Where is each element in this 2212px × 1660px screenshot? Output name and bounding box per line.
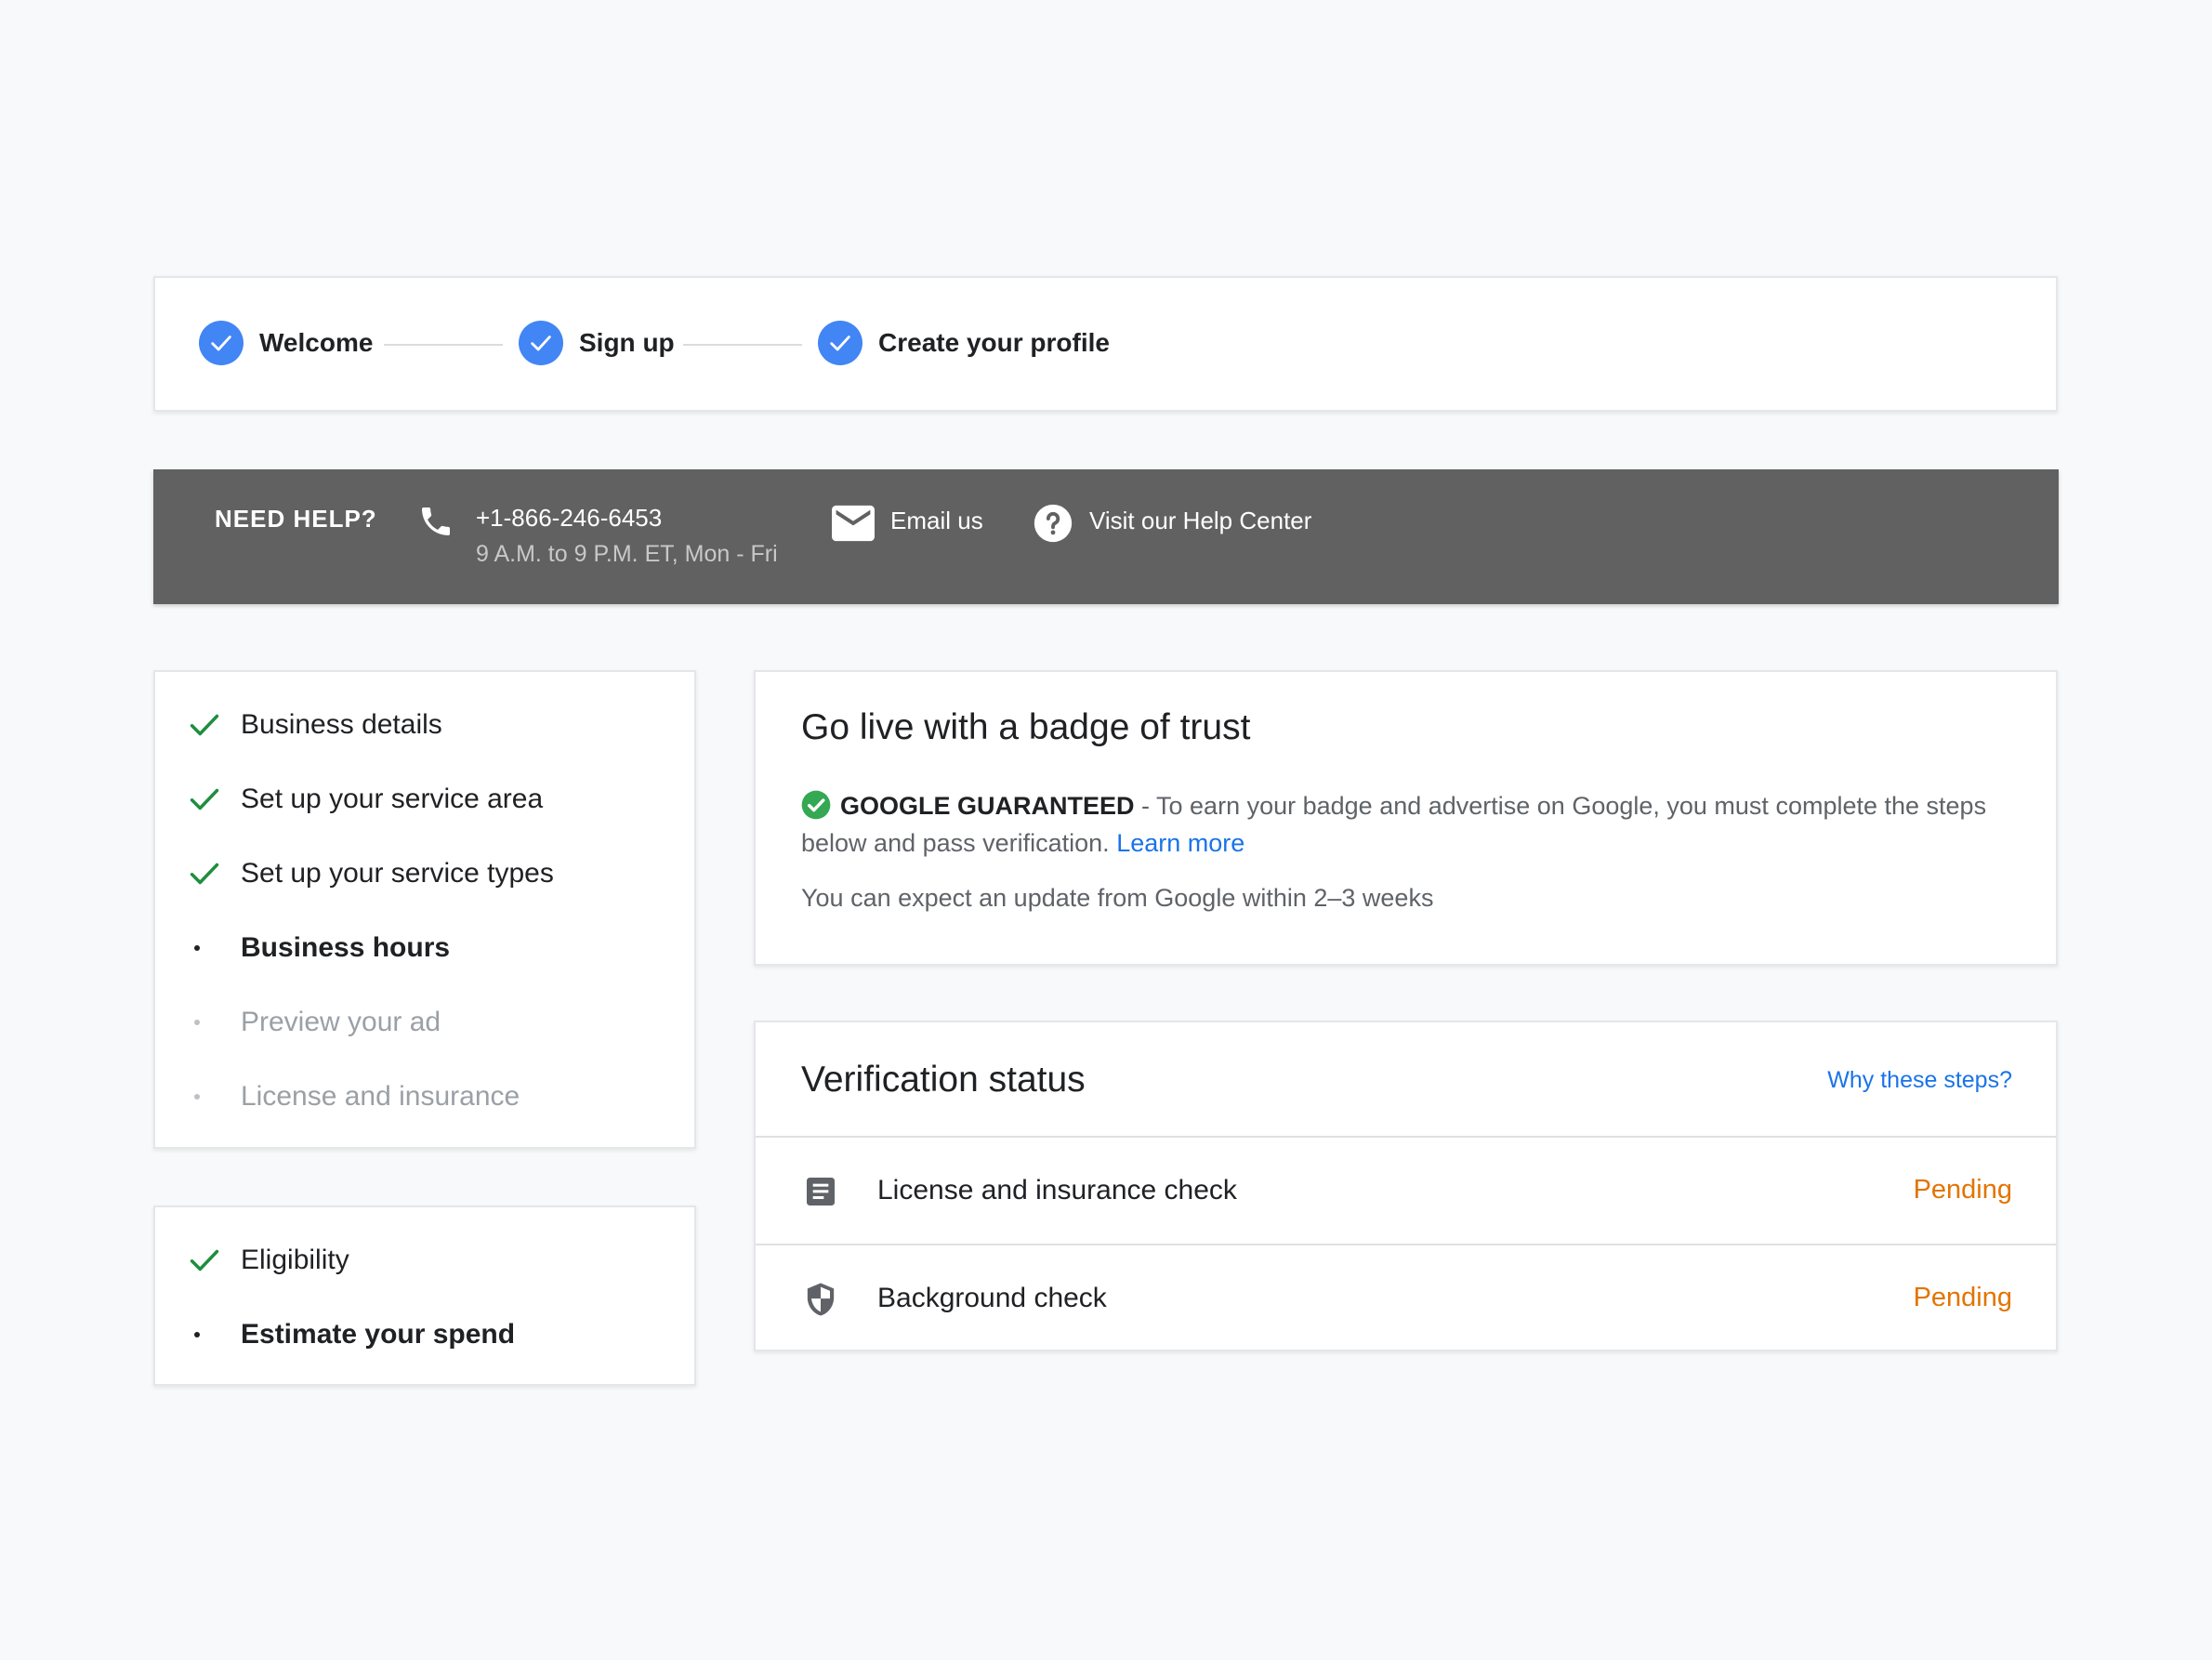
- help-hours: 9 A.M. to 9 P.M. ET, Mon - Fri: [476, 541, 778, 567]
- badge-title: Go live with a badge of trust: [801, 707, 1251, 747]
- checklist-label: Estimate your spend: [241, 1319, 516, 1350]
- checklist-label: Business details: [241, 709, 442, 740]
- help-circle-icon: [1034, 504, 1073, 543]
- shield-icon: [807, 1283, 835, 1316]
- checkmark-icon: [190, 863, 219, 885]
- step-sign-up[interactable]: Sign up: [519, 321, 675, 365]
- checklist-label: License and insurance: [241, 1081, 520, 1112]
- checklist-item-preview-ad: Preview your ad: [155, 1000, 441, 1045]
- checklist-label: Preview your ad: [241, 1007, 441, 1037]
- step-connector: [384, 344, 503, 346]
- learn-more-link[interactable]: Learn more: [1116, 829, 1244, 857]
- status-badge: Pending: [1913, 1283, 2012, 1312]
- checklist-label: Set up your service types: [241, 858, 554, 889]
- status-badge: Pending: [1913, 1175, 2012, 1205]
- step-welcome[interactable]: Welcome: [199, 321, 373, 365]
- email-us-link[interactable]: Email us: [890, 507, 983, 535]
- check-circle-icon: [818, 321, 862, 365]
- step-label: Welcome: [259, 328, 374, 357]
- bullet-icon: [194, 945, 200, 951]
- check-circle-icon: [199, 321, 244, 365]
- checkmark-icon: [190, 1249, 219, 1271]
- row-label: License and insurance check: [877, 1175, 1237, 1205]
- checkmark-icon: [190, 714, 219, 736]
- document-icon: [807, 1178, 835, 1205]
- checklist-item-service-area[interactable]: Set up your service area: [155, 777, 543, 822]
- verification-card: Verification status Why these steps? Lic…: [754, 1021, 2058, 1351]
- bullet-icon: [194, 1094, 200, 1100]
- verified-check-icon: [801, 790, 831, 820]
- verification-row-background[interactable]: Background check Pending: [756, 1244, 2056, 1351]
- checklist-item-service-types[interactable]: Set up your service types: [155, 851, 554, 896]
- help-bar: NEED HELP? +1-866-246-6453 9 A.M. to 9 P…: [153, 469, 2059, 604]
- progress-stepper: Welcome Sign up Create your profile: [153, 276, 2058, 412]
- checklist-item-eligibility[interactable]: Eligibility: [155, 1238, 349, 1283]
- checklist-label: Business hours: [241, 932, 451, 963]
- mail-icon: [832, 505, 875, 542]
- setup-checklist: Business details Set up your service are…: [153, 670, 696, 1149]
- bullet-icon: [194, 1332, 200, 1337]
- verification-title: Verification status: [801, 1060, 1086, 1100]
- update-note: You can expect an update from Google wit…: [801, 884, 1434, 912]
- row-label: Background check: [877, 1283, 1107, 1313]
- phone-icon: [422, 507, 450, 535]
- checklist-label: Eligibility: [241, 1245, 349, 1275]
- badge-card: Go live with a badge of trust GOOGLE GUA…: [754, 670, 2058, 966]
- checkmark-icon: [190, 788, 219, 810]
- step-label: Sign up: [579, 328, 675, 357]
- help-phone-link[interactable]: +1-866-246-6453: [476, 504, 662, 533]
- step-label: Create your profile: [878, 328, 1110, 357]
- check-circle-icon: [519, 321, 563, 365]
- spend-checklist: Eligibility Estimate your spend: [153, 1205, 696, 1386]
- checklist-label: Set up your service area: [241, 784, 544, 814]
- bullet-icon: [194, 1020, 200, 1025]
- checklist-item-estimate-spend[interactable]: Estimate your spend: [155, 1312, 515, 1357]
- checklist-item-business-hours[interactable]: Business hours: [155, 926, 450, 970]
- why-these-steps-link[interactable]: Why these steps?: [1827, 1067, 2012, 1094]
- badge-description: GOOGLE GUARANTEED - To earn your badge a…: [801, 787, 2028, 862]
- checklist-item-license-insurance: License and insurance: [155, 1074, 520, 1119]
- step-create-profile[interactable]: Create your profile: [818, 321, 1110, 365]
- help-center-link[interactable]: Visit our Help Center: [1089, 507, 1311, 535]
- checklist-item-business-details[interactable]: Business details: [155, 703, 442, 747]
- step-connector: [683, 344, 802, 346]
- help-title: NEED HELP?: [215, 505, 377, 533]
- verification-row-license[interactable]: License and insurance check Pending: [756, 1136, 2056, 1244]
- guarantee-name: GOOGLE GUARANTEED: [840, 792, 1135, 820]
